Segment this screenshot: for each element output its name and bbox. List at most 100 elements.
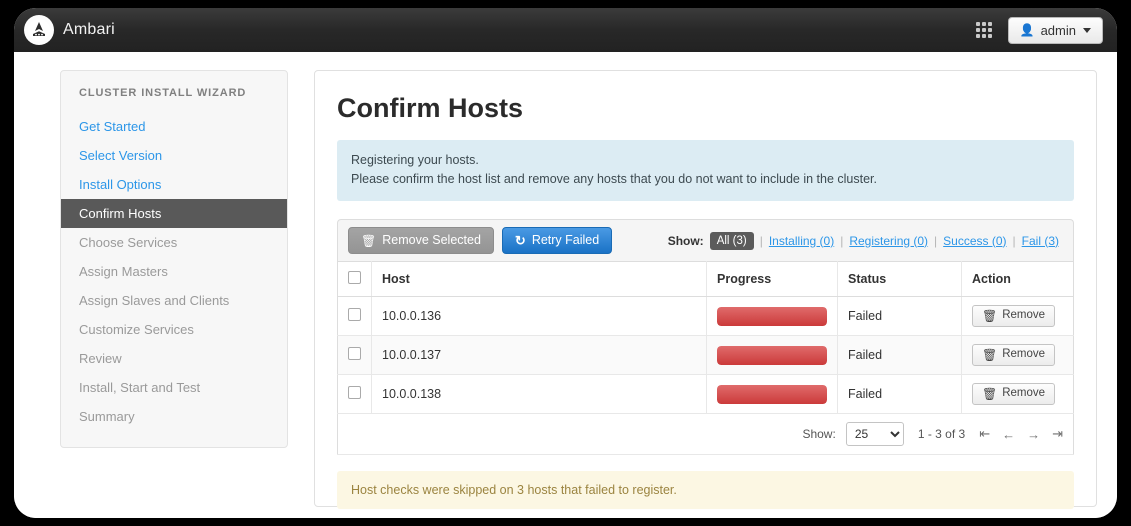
trash-icon: 🗑 bbox=[361, 233, 377, 248]
progress-cell bbox=[706, 296, 838, 336]
hosts-table: Host Progress Status Action 10.0.0.136 F… bbox=[337, 261, 1074, 455]
sidebar-item-assign-masters[interactable]: Assign Masters bbox=[61, 257, 287, 286]
host-name-cell: 10.0.0.137 bbox=[371, 335, 707, 375]
remove-host-button[interactable]: 🗑 Remove bbox=[972, 344, 1056, 366]
sidebar-item-review[interactable]: Review bbox=[61, 344, 287, 373]
user-menu-label: admin bbox=[1040, 22, 1076, 38]
retry-failed-button[interactable]: ↻ Retry Failed bbox=[501, 227, 613, 254]
sidebar-item-install-start-and-test[interactable]: Install, Start and Test bbox=[61, 373, 287, 402]
remove-host-label: Remove bbox=[1002, 348, 1046, 361]
remove-host-label: Remove bbox=[1002, 387, 1046, 400]
page-body: CLUSTER INSTALL WIZARD Get Started Selec… bbox=[14, 52, 1117, 518]
column-header-progress: Progress bbox=[706, 261, 838, 297]
status-filters: Show: All (3) | Installing (0) | Registe… bbox=[667, 231, 1063, 250]
column-header-host: Host bbox=[371, 261, 707, 297]
row-checkbox[interactable] bbox=[348, 308, 361, 321]
progress-cell bbox=[706, 335, 838, 375]
pagination-arrows: ⇤ ← → ⇥ bbox=[979, 426, 1063, 442]
info-alert-line-1: Registering your hosts. bbox=[351, 153, 479, 167]
app-grid-icon[interactable] bbox=[974, 20, 994, 40]
trash-icon: 🗑 bbox=[982, 348, 998, 362]
page-size-label: Show: bbox=[802, 427, 836, 441]
select-all-checkbox[interactable] bbox=[348, 271, 361, 284]
filters-show-label: Show: bbox=[667, 233, 704, 248]
previous-page-icon[interactable]: ← bbox=[1002, 427, 1015, 442]
navbar-right: 👤 admin bbox=[974, 16, 1103, 44]
filter-separator: | bbox=[1012, 233, 1016, 248]
filter-all[interactable]: All (3) bbox=[709, 231, 754, 250]
filter-installing[interactable]: Installing (0) bbox=[769, 234, 834, 248]
host-name-cell: 10.0.0.136 bbox=[371, 296, 707, 336]
next-page-icon[interactable]: → bbox=[1027, 427, 1040, 442]
remove-host-label: Remove bbox=[1002, 309, 1046, 322]
filter-separator: | bbox=[759, 233, 763, 248]
progress-cell bbox=[706, 374, 838, 414]
page-title: Confirm Hosts bbox=[337, 93, 524, 123]
top-navbar: Ambari 👤 admin bbox=[14, 8, 1117, 52]
sidebar-title: CLUSTER INSTALL WIZARD bbox=[79, 87, 247, 99]
status-cell: Failed bbox=[837, 296, 962, 336]
progress-bar bbox=[717, 384, 827, 404]
sidebar-item-get-started[interactable]: Get Started bbox=[61, 112, 287, 141]
host-name-cell: 10.0.0.138 bbox=[371, 374, 707, 414]
sidebar-item-summary[interactable]: Summary bbox=[61, 402, 287, 431]
remove-selected-button[interactable]: 🗑 Remove Selected bbox=[348, 227, 494, 254]
sidebar-item-confirm-hosts[interactable]: Confirm Hosts bbox=[61, 199, 287, 228]
filter-registering[interactable]: Registering (0) bbox=[849, 234, 928, 248]
sidebar-item-select-version[interactable]: Select Version bbox=[61, 141, 287, 170]
sidebar-item-choose-services[interactable]: Choose Services bbox=[61, 228, 287, 257]
filter-fail[interactable]: Fail (3) bbox=[1022, 234, 1059, 248]
table-row: 10.0.0.137 Failed 🗑 Remove bbox=[337, 335, 1074, 375]
wizard-sidebar: CLUSTER INSTALL WIZARD Get Started Selec… bbox=[60, 70, 288, 448]
sidebar-item-install-options[interactable]: Install Options bbox=[61, 170, 287, 199]
table-header-row: Host Progress Status Action bbox=[337, 261, 1074, 297]
filter-separator: | bbox=[934, 233, 938, 248]
sidebar-item-customize-services[interactable]: Customize Services bbox=[61, 315, 287, 344]
user-menu-button[interactable]: 👤 admin bbox=[1007, 16, 1103, 44]
trash-icon: 🗑 bbox=[982, 309, 998, 323]
page-size-select[interactable]: 25 bbox=[845, 422, 904, 446]
remove-host-button[interactable]: 🗑 Remove bbox=[972, 305, 1056, 327]
sidebar-item-assign-slaves-and-clients[interactable]: Assign Slaves and Clients bbox=[61, 286, 287, 315]
retry-failed-label: Retry Failed bbox=[531, 233, 600, 248]
select-all-header bbox=[337, 261, 372, 297]
row-checkbox[interactable] bbox=[348, 386, 361, 399]
row-select-cell bbox=[337, 374, 372, 414]
refresh-icon: ↻ bbox=[514, 233, 526, 248]
action-cell: 🗑 Remove bbox=[961, 296, 1074, 336]
remove-host-button[interactable]: 🗑 Remove bbox=[972, 383, 1056, 405]
row-checkbox[interactable] bbox=[348, 347, 361, 360]
trash-icon: 🗑 bbox=[982, 387, 998, 401]
progress-bar-fill bbox=[717, 384, 827, 404]
filter-success[interactable]: Success (0) bbox=[943, 234, 1006, 248]
person-icon: 👤 bbox=[1019, 23, 1035, 37]
pagination-row: Show: 25 1 - 3 of 3 ⇤ ← → ⇥ bbox=[337, 413, 1074, 455]
ambari-logo-icon bbox=[24, 15, 54, 45]
chevron-down-icon bbox=[1083, 27, 1091, 33]
row-select-cell bbox=[337, 335, 372, 375]
column-header-action: Action bbox=[961, 261, 1074, 297]
app-window: Ambari 👤 admin CLUSTER INSTALL WIZARD Ge… bbox=[14, 8, 1117, 518]
main-content-panel: Confirm Hosts Registering your hosts. Pl… bbox=[314, 70, 1097, 509]
progress-bar-fill bbox=[717, 306, 827, 326]
pagination: Show: 25 1 - 3 of 3 ⇤ ← → ⇥ bbox=[348, 422, 1063, 446]
progress-bar bbox=[717, 306, 827, 326]
hosts-toolbar: 🗑 Remove Selected ↻ Retry Failed Show: A… bbox=[337, 219, 1074, 261]
column-header-status: Status bbox=[837, 261, 962, 297]
remove-selected-label: Remove Selected bbox=[382, 233, 481, 248]
status-cell: Failed bbox=[837, 374, 962, 414]
status-cell: Failed bbox=[837, 335, 962, 375]
last-page-icon[interactable]: ⇥ bbox=[1052, 426, 1063, 442]
brand-name: Ambari bbox=[63, 21, 115, 38]
brand[interactable]: Ambari bbox=[24, 15, 115, 45]
pagination-range: 1 - 3 of 3 bbox=[917, 427, 966, 441]
row-select-cell bbox=[337, 296, 372, 336]
first-page-icon[interactable]: ⇤ bbox=[979, 426, 990, 442]
filter-separator: | bbox=[840, 233, 844, 248]
pagination-cell: Show: 25 1 - 3 of 3 ⇤ ← → ⇥ bbox=[337, 413, 1074, 455]
progress-bar-fill bbox=[717, 345, 827, 365]
table-row: 10.0.0.136 Failed 🗑 Remove bbox=[337, 296, 1074, 336]
table-row: 10.0.0.138 Failed 🗑 Remove bbox=[337, 374, 1074, 414]
action-cell: 🗑 Remove bbox=[961, 335, 1074, 375]
progress-bar bbox=[717, 345, 827, 365]
